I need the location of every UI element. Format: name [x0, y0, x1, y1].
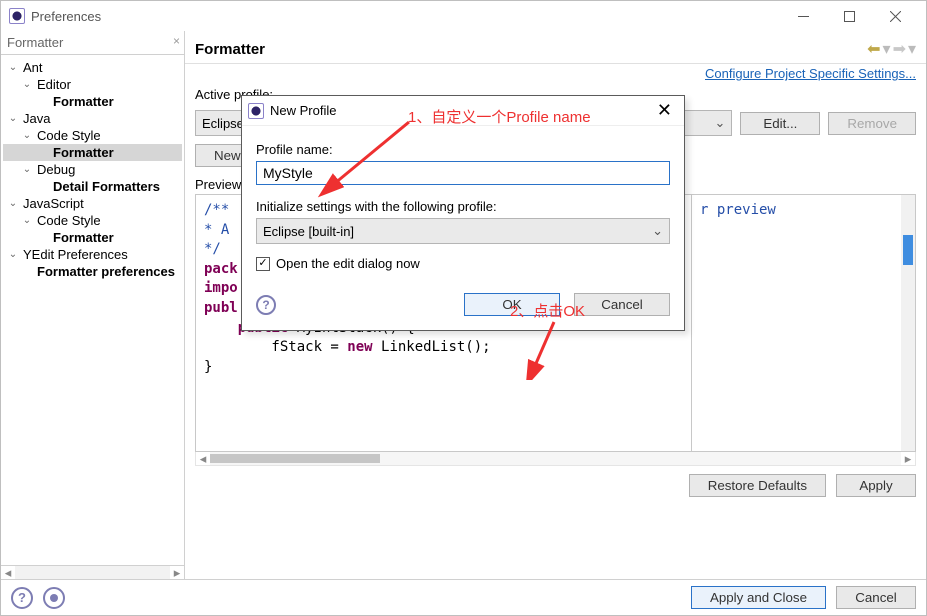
- init-profile-dropdown[interactable]: Eclipse [built-in] ⌄: [256, 218, 670, 244]
- tree-item[interactable]: Formatter: [3, 229, 182, 246]
- apply-and-close-button[interactable]: Apply and Close: [691, 586, 826, 609]
- tree-item[interactable]: ⌄Code Style: [3, 127, 182, 144]
- left-horizontal-scrollbar[interactable]: ◂▸: [1, 565, 184, 579]
- minimize-button[interactable]: [780, 1, 826, 31]
- help-icon[interactable]: ?: [11, 587, 33, 609]
- page-title: Formatter: [195, 41, 867, 58]
- eclipse-icon: [248, 103, 264, 119]
- tree-item[interactable]: Formatter: [3, 144, 182, 161]
- tree-item[interactable]: ⌄Ant: [3, 59, 182, 76]
- left-pane: × ⌄Ant⌄EditorFormatter⌄Java⌄Code StyleFo…: [1, 31, 185, 579]
- filter-input[interactable]: [1, 31, 184, 54]
- tree-item[interactable]: ⌄JavaScript: [3, 195, 182, 212]
- tree-item[interactable]: ⌄Debug: [3, 161, 182, 178]
- tree-item[interactable]: ⌄YEdit Preferences: [3, 246, 182, 263]
- tree-item[interactable]: Detail Formatters: [3, 178, 182, 195]
- preview-code-right: r preview: [691, 195, 901, 451]
- nav-history: ⬅ ▾ ➡ ▾: [867, 39, 916, 59]
- close-button[interactable]: [872, 1, 918, 31]
- clear-filter-icon[interactable]: ×: [173, 34, 180, 48]
- filter-box: ×: [1, 31, 184, 55]
- cancel-button[interactable]: Cancel: [836, 586, 916, 609]
- bottom-bar: ? Apply and Close Cancel: [1, 579, 926, 615]
- tree-item[interactable]: Formatter: [3, 93, 182, 110]
- remove-button: Remove: [828, 112, 916, 135]
- chevron-down-icon: ⌄: [714, 115, 725, 131]
- open-edit-checkbox[interactable]: ✓ Open the edit dialog now: [256, 256, 670, 271]
- preview-vertical-scrollbar[interactable]: [901, 195, 915, 451]
- window-title: Preferences: [25, 9, 101, 24]
- dialog-title: New Profile: [264, 103, 336, 118]
- back-icon[interactable]: ⬅: [867, 39, 880, 59]
- edit-button[interactable]: Edit...: [740, 112, 820, 135]
- forward-icon[interactable]: ➡: [893, 39, 906, 59]
- profile-name-label: Profile name:: [256, 142, 670, 157]
- tree-item[interactable]: ⌄Java: [3, 110, 182, 127]
- new-profile-dialog: New Profile ✕ Profile name: Initialize s…: [241, 95, 685, 331]
- restore-defaults-button[interactable]: Restore Defaults: [689, 474, 826, 497]
- import-export-icon[interactable]: [43, 587, 65, 609]
- project-specific-link[interactable]: Configure Project Specific Settings...: [705, 66, 916, 81]
- preferences-tree[interactable]: ⌄Ant⌄EditorFormatter⌄Java⌄Code StyleForm…: [1, 55, 184, 565]
- checkbox-icon: ✓: [256, 257, 270, 271]
- preview-horizontal-scrollbar[interactable]: ◂▸: [195, 452, 916, 466]
- tree-item[interactable]: ⌄Editor: [3, 76, 182, 93]
- init-profile-label: Initialize settings with the following p…: [256, 199, 670, 214]
- tree-item[interactable]: ⌄Code Style: [3, 212, 182, 229]
- apply-button[interactable]: Apply: [836, 474, 916, 497]
- close-icon[interactable]: ✕: [651, 100, 678, 121]
- help-icon[interactable]: ?: [256, 295, 276, 315]
- dialog-cancel-button[interactable]: Cancel: [574, 293, 670, 316]
- tree-item[interactable]: Formatter preferences: [3, 263, 182, 280]
- profile-name-input[interactable]: [256, 161, 670, 185]
- chevron-down-icon: ⌄: [652, 223, 663, 239]
- eclipse-icon: [9, 8, 25, 24]
- maximize-button[interactable]: [826, 1, 872, 31]
- titlebar: Preferences: [1, 1, 926, 31]
- ok-button[interactable]: OK: [464, 293, 560, 316]
